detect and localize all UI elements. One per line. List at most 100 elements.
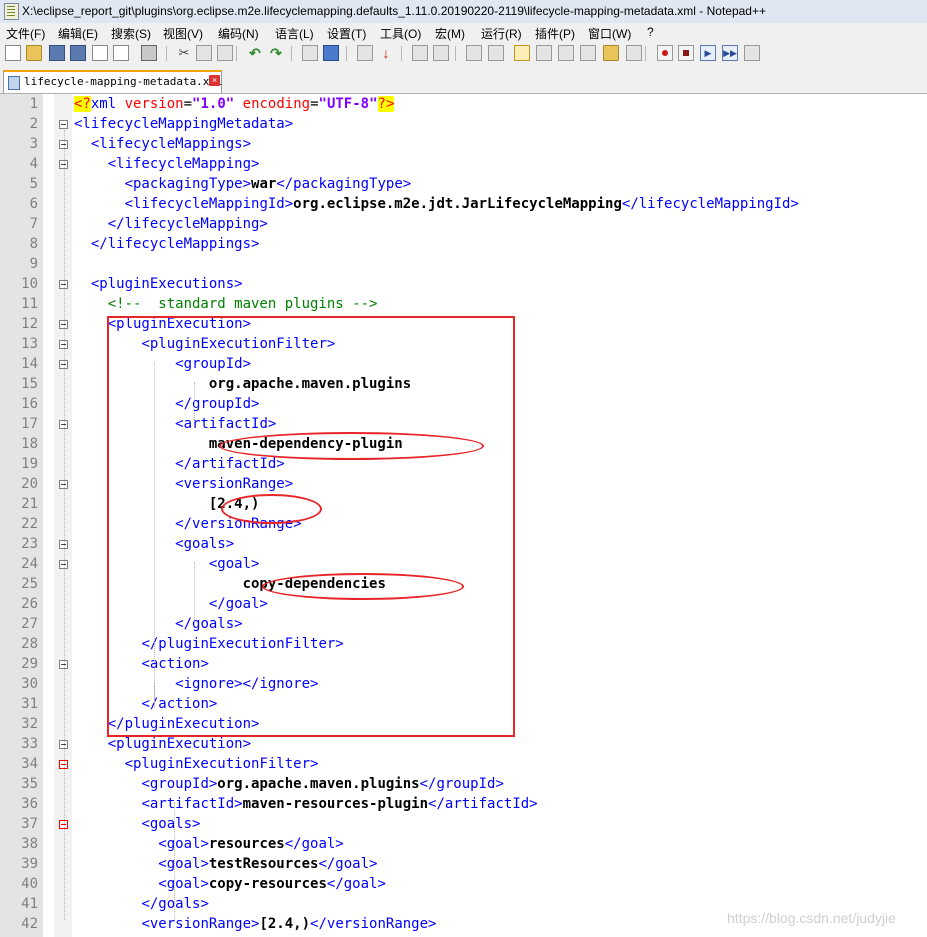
playback-icon[interactable]: ▶ [700, 45, 716, 61]
code-line[interactable]: 29 <action> [0, 654, 927, 674]
code-text: </pluginExecutionFilter> [141, 636, 344, 652]
code-line[interactable]: 28 </pluginExecutionFilter> [0, 634, 927, 654]
code-line[interactable]: 30 <ignore></ignore> [0, 674, 927, 694]
code-line[interactable]: 12 <pluginExecution> [0, 314, 927, 334]
code-line[interactable]: 34 <pluginExecutionFilter> [0, 754, 927, 774]
show-all-characters-icon[interactable] [488, 45, 504, 61]
line-number: 40 [21, 876, 38, 892]
code-line[interactable]: 27 </goals> [0, 614, 927, 634]
code-line[interactable]: 36 <artifactId>maven-resources-plugin</a… [0, 794, 927, 814]
undo-icon[interactable]: ↶ [247, 45, 263, 61]
code-text: <versionRange>[2.4,)</versionRange> [141, 916, 437, 932]
code-line[interactable]: 11 <!-- standard maven plugins --> [0, 294, 927, 314]
menu-item-0[interactable]: 文件(F) [6, 25, 45, 42]
user-defined-language-icon[interactable] [536, 45, 552, 61]
indent-guide [194, 382, 195, 422]
menu-item-9[interactable]: 运行(R) [481, 25, 522, 42]
code-line[interactable]: 24 <goal> [0, 554, 927, 574]
copy-icon[interactable] [196, 45, 212, 61]
close-all-icon[interactable] [113, 45, 129, 61]
code-line[interactable]: 20 <versionRange> [0, 474, 927, 494]
code-line[interactable]: 19 </artifactId> [0, 454, 927, 474]
stop-recording-icon[interactable] [678, 45, 694, 61]
line-number: 42 [21, 916, 38, 932]
code-line[interactable]: 16 </groupId> [0, 394, 927, 414]
menu-item-7[interactable]: 工具(O) [380, 25, 421, 42]
cut-icon[interactable]: ✂ [176, 45, 192, 61]
code-line[interactable]: 35 <groupId>org.apache.maven.plugins</gr… [0, 774, 927, 794]
sync-vertical-icon[interactable] [412, 45, 428, 61]
save-macro-icon[interactable] [744, 45, 760, 61]
indent-guide-icon[interactable] [514, 45, 530, 61]
close-tab-icon[interactable]: × [209, 75, 220, 86]
save-icon[interactable] [49, 45, 65, 61]
fold-toggle-icon[interactable] [59, 120, 68, 129]
code-line[interactable]: 21 [2.4,) [0, 494, 927, 514]
menu-item-12[interactable]: ? [647, 25, 654, 39]
code-line[interactable]: 10 <pluginExecutions> [0, 274, 927, 294]
menu-item-2[interactable]: 搜索(S) [111, 25, 151, 42]
code-line[interactable]: 31 </action> [0, 694, 927, 714]
record-macro-icon[interactable] [657, 45, 673, 61]
menu-item-6[interactable]: 设置(T) [327, 25, 366, 42]
close-icon[interactable] [92, 45, 108, 61]
code-line[interactable]: 9 [0, 254, 927, 274]
code-line[interactable]: 2 <lifecycleMappingMetadata> [0, 114, 927, 134]
print-icon[interactable] [141, 45, 157, 61]
menu-item-5[interactable]: 语言(L) [275, 25, 314, 42]
file-icon [8, 76, 20, 90]
notepad-app-icon [4, 3, 19, 20]
menu-item-1[interactable]: 编辑(E) [58, 25, 98, 42]
code-line[interactable]: 26 </goal> [0, 594, 927, 614]
line-number: 14 [21, 356, 38, 372]
menu-item-11[interactable]: 窗口(W) [588, 25, 631, 42]
find-icon[interactable] [302, 45, 318, 61]
zoom-out-icon[interactable]: ↓ [378, 45, 394, 61]
code-line[interactable]: 4 <lifecycleMapping> [0, 154, 927, 174]
monitoring-icon[interactable] [626, 45, 642, 61]
code-line[interactable]: 18 maven-dependency-plugin [0, 434, 927, 454]
code-text: <goal> [208, 556, 260, 572]
code-line[interactable]: 1 <?xml version="1.0" encoding="UTF-8"?> [0, 94, 927, 114]
zoom-in-icon[interactable] [357, 45, 373, 61]
code-line[interactable]: 3 <lifecycleMappings> [0, 134, 927, 154]
tab-lifecycle-mapping-metadata[interactable]: lifecycle-mapping-metadata.xml × [3, 70, 223, 93]
code-line[interactable]: 39 <goal>testResources</goal> [0, 854, 927, 874]
code-line[interactable]: 32 </pluginExecution> [0, 714, 927, 734]
line-number: 26 [21, 596, 38, 612]
sync-horizontal-icon[interactable] [433, 45, 449, 61]
replace-icon[interactable] [323, 45, 339, 61]
word-wrap-icon[interactable] [466, 45, 482, 61]
menu-item-4[interactable]: 编码(N) [218, 25, 259, 42]
code-line[interactable]: 23 <goals> [0, 534, 927, 554]
code-line[interactable]: 13 <pluginExecutionFilter> [0, 334, 927, 354]
folder-as-workspace-icon[interactable] [603, 45, 619, 61]
open-file-icon[interactable] [26, 45, 42, 61]
line-number: 10 [21, 276, 38, 292]
code-line[interactable]: 14 <groupId> [0, 354, 927, 374]
code-line[interactable]: 17 <artifactId> [0, 414, 927, 434]
code-editor[interactable]: 1 <?xml version="1.0" encoding="UTF-8"?> 2… [0, 94, 927, 937]
code-line[interactable]: 8 </lifecycleMappings> [0, 234, 927, 254]
code-line[interactable]: 7 </lifecycleMapping> [0, 214, 927, 234]
new-file-icon[interactable] [5, 45, 21, 61]
run-macro-multiple-icon[interactable]: ▶▶ [722, 45, 738, 61]
code-line[interactable]: 5 <packagingType>war</packagingType> [0, 174, 927, 194]
code-line[interactable]: 15 org.apache.maven.plugins [0, 374, 927, 394]
function-list-icon[interactable] [580, 45, 596, 61]
document-map-icon[interactable] [558, 45, 574, 61]
code-line[interactable]: 25 copy-dependencies [0, 574, 927, 594]
code-line[interactable]: 38 <goal>resources</goal> [0, 834, 927, 854]
menu-item-10[interactable]: 插件(P) [535, 25, 575, 42]
paste-icon[interactable] [217, 45, 233, 61]
code-text: <lifecycleMapping> [107, 156, 260, 172]
save-all-icon[interactable] [70, 45, 86, 61]
code-line[interactable]: 6 <lifecycleMappingId>org.eclipse.m2e.jd… [0, 194, 927, 214]
menu-item-8[interactable]: 宏(M) [435, 25, 465, 42]
code-line[interactable]: 22 </versionRange> [0, 514, 927, 534]
redo-icon[interactable]: ↷ [268, 45, 284, 61]
code-line[interactable]: 37 <goals> [0, 814, 927, 834]
code-line[interactable]: 40 <goal>copy-resources</goal> [0, 874, 927, 894]
menu-item-3[interactable]: 视图(V) [163, 25, 203, 42]
code-line[interactable]: 33 <pluginExecution> [0, 734, 927, 754]
